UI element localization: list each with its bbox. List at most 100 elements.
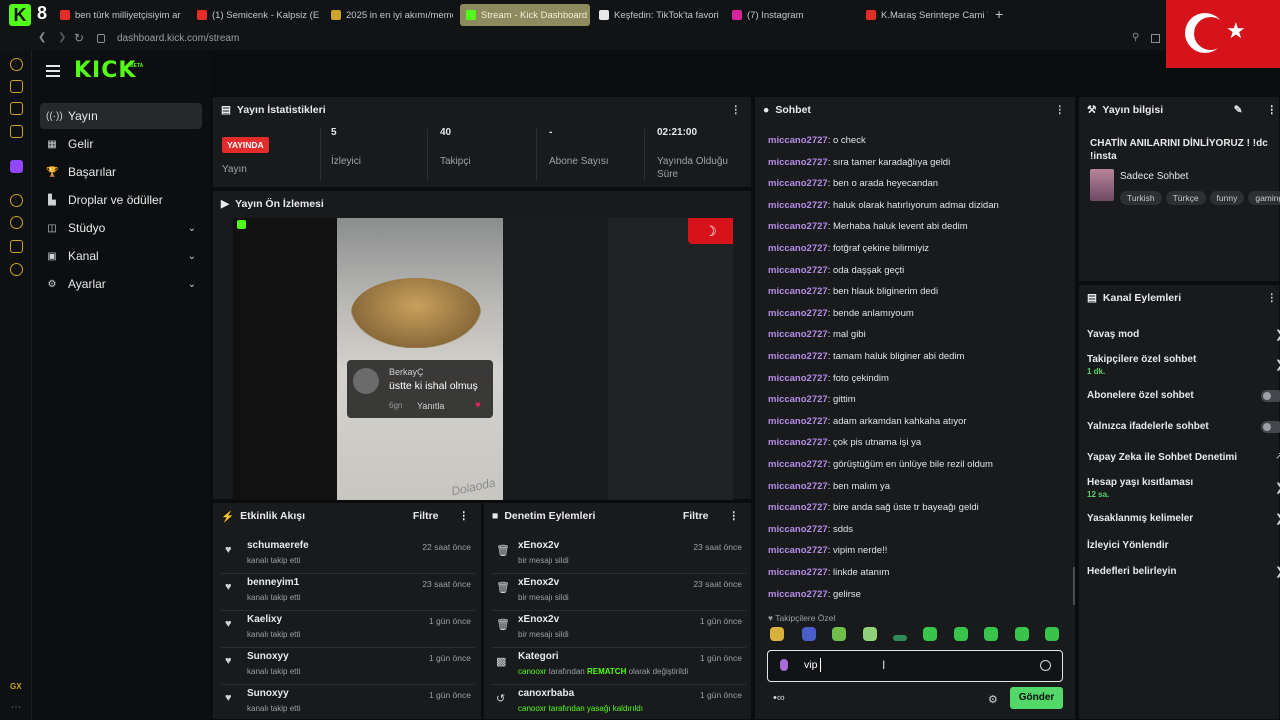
chat-username[interactable]: miccano2727 — [768, 437, 828, 448]
chat-username[interactable]: miccano2727 — [768, 524, 828, 535]
chat-scrollbar[interactable] — [1073, 567, 1075, 605]
more-menu-icon[interactable]: ⋮ — [1267, 292, 1278, 304]
ai-moderation-row[interactable]: Yapay Zeka ile Sohbet Denetimi — [1087, 452, 1280, 463]
edit-icon[interactable]: ✎ — [1234, 104, 1243, 116]
chat-username[interactable]: miccano2727 — [768, 157, 828, 168]
category-name[interactable]: Sadece Sohbet — [1120, 171, 1188, 182]
chat-users-icon[interactable]: •∞ — [773, 692, 785, 704]
rail-clock-icon[interactable] — [10, 58, 23, 71]
chat-username[interactable]: miccano2727 — [768, 351, 828, 362]
url-field[interactable]: dashboard.kick.com/stream — [117, 33, 239, 44]
filter-button[interactable]: Filtre — [683, 510, 709, 522]
chat-username[interactable]: miccano2727 — [768, 135, 828, 146]
emote-icon[interactable] — [802, 627, 816, 641]
chat-username[interactable]: miccano2727 — [768, 589, 828, 600]
emotes-only-toggle[interactable] — [1261, 421, 1280, 433]
rail-bag-icon[interactable] — [10, 80, 23, 93]
emote-icon[interactable] — [1015, 627, 1029, 641]
chat-settings-icon[interactable]: ⚙ — [988, 693, 998, 706]
emote-icon[interactable] — [1045, 627, 1059, 641]
chat-username[interactable]: miccano2727 — [768, 502, 828, 513]
new-tab-button[interactable]: + — [995, 6, 1003, 22]
account-age-row[interactable]: Hesap yaşı kısıtlaması 12 sa. — [1087, 477, 1280, 499]
emote-icon[interactable] — [954, 627, 968, 641]
chat-username[interactable]: miccano2727 — [768, 329, 828, 340]
chat-username[interactable]: miccano2727 — [768, 243, 828, 254]
followers-only-chat-row[interactable]: Takipçilere özel sohbet 1 dk. — [1087, 354, 1280, 376]
chat-username[interactable]: miccano2727 — [768, 459, 828, 470]
emote-icon[interactable] — [893, 635, 907, 641]
chat-username[interactable]: miccano2727 — [768, 178, 828, 189]
slow-mode-row[interactable]: Yavaş mod — [1087, 329, 1280, 340]
rail-gear-icon[interactable] — [10, 263, 23, 276]
emote-icon[interactable] — [770, 627, 784, 641]
browser-tab[interactable]: (1) Semicenk - Kalpsiz (Er — [197, 4, 319, 26]
sidebar-item-droplar[interactable]: ▙ Droplar ve ödüller — [40, 187, 202, 213]
chat-input[interactable]: vip — [767, 650, 1063, 682]
more-menu-icon[interactable]: ⋮ — [1055, 104, 1066, 116]
microphone-icon[interactable] — [780, 659, 788, 671]
video-preview[interactable]: ☽ BerkayÇ üstte ki ishal olmuş 6gn Yanıt… — [233, 218, 733, 500]
sidebar-item-yayin[interactable]: ((·)) Yayın — [40, 103, 202, 129]
browser-tab[interactable]: K.Maraş Serintepe Cami Y — [866, 4, 988, 26]
browser-tab-active[interactable]: Stream - Kick Dashboard — [460, 4, 590, 26]
sidebar-item-basarilar[interactable]: 🏆 Başarılar — [40, 159, 202, 185]
rail-gx-icon[interactable]: GX — [10, 682, 22, 691]
rail-timer-icon[interactable] — [10, 216, 23, 229]
filter-button[interactable]: Filtre — [413, 510, 439, 522]
sidebar-item-studyo[interactable]: ◫ Stüdyo ⌄ — [40, 215, 202, 241]
chat-username[interactable]: miccano2727 — [768, 394, 828, 405]
chat-username[interactable]: miccano2727 — [768, 286, 828, 297]
sidebar-item-gelir[interactable]: ▦ Gelir — [40, 131, 202, 157]
subscribers-only-toggle[interactable] — [1261, 390, 1280, 402]
tag[interactable]: Türkçe — [1165, 191, 1206, 205]
window-icon[interactable] — [1151, 34, 1160, 43]
tag[interactable]: Turkish — [1120, 191, 1162, 205]
raid-row[interactable]: İzleyici Yönlendir — [1087, 540, 1280, 551]
kick-tab-logo[interactable]: K — [9, 4, 31, 26]
more-menu-icon[interactable]: ⋮ — [731, 104, 742, 116]
browser-tab[interactable]: 2025 in en iyi akımı/meme — [331, 4, 453, 26]
hamburger-menu-icon[interactable] — [46, 65, 60, 77]
tag[interactable]: gaming — [1248, 191, 1280, 205]
emote-icon[interactable] — [984, 627, 998, 641]
rail-twitch-icon[interactable] — [10, 160, 23, 173]
reload-icon[interactable]: ↻ — [74, 31, 84, 45]
more-menu-icon[interactable]: ⋮ — [459, 510, 470, 522]
emoji-icon[interactable] — [1040, 660, 1051, 671]
chat-username[interactable]: miccano2727 — [768, 416, 828, 427]
browser-tab[interactable]: Keşfedin: TikTok'ta favori — [599, 4, 721, 26]
forward-icon[interactable]: ❯ — [58, 32, 66, 43]
rail-note-icon[interactable] — [10, 102, 23, 115]
chat-username[interactable]: miccano2727 — [768, 481, 828, 492]
site-info-icon[interactable] — [97, 34, 105, 43]
send-button[interactable]: Gönder — [1010, 687, 1063, 709]
kick-logo[interactable]: KICK — [74, 58, 136, 83]
back-icon[interactable]: ❮ — [38, 32, 46, 43]
chat-username[interactable]: miccano2727 — [768, 308, 828, 319]
chat-username[interactable]: miccano2727 — [768, 200, 828, 211]
rail-mail-icon[interactable] — [10, 125, 23, 138]
pin-icon[interactable]: ⚲ — [1132, 32, 1139, 43]
chat-username[interactable]: miccano2727 — [768, 265, 828, 276]
goals-row[interactable]: Hedefleri belirleyin — [1087, 566, 1280, 577]
sidebar-item-ayarlar[interactable]: ⚙ Ayarlar ⌄ — [40, 271, 202, 297]
emote-icon[interactable] — [863, 627, 877, 641]
browser-tab[interactable]: ben türk milliyetçisiyim ar — [60, 4, 184, 26]
rail-play-icon[interactable] — [10, 194, 23, 207]
chat-username[interactable]: miccano2727 — [768, 545, 828, 556]
video-subject-shape — [351, 278, 481, 348]
browser-tab[interactable]: (7) Instagram — [732, 4, 854, 26]
emote-icon[interactable] — [923, 627, 937, 641]
chat-username[interactable]: miccano2727 — [768, 373, 828, 384]
sidebar-item-kanal[interactable]: ▣ Kanal ⌄ — [40, 243, 202, 269]
chat-username[interactable]: miccano2727 — [768, 567, 828, 578]
tag[interactable]: funny — [1209, 191, 1245, 205]
banned-words-row[interactable]: Yasaklanmış kelimeler — [1087, 513, 1280, 524]
more-menu-icon[interactable]: ⋮ — [729, 510, 740, 522]
emote-icon[interactable] — [832, 627, 846, 641]
rail-more-icon[interactable]: ⋯ — [11, 702, 21, 713]
more-menu-icon[interactable]: ⋮ — [1267, 104, 1278, 116]
rail-cube-icon[interactable] — [10, 240, 23, 253]
chat-username[interactable]: miccano2727 — [768, 221, 828, 232]
